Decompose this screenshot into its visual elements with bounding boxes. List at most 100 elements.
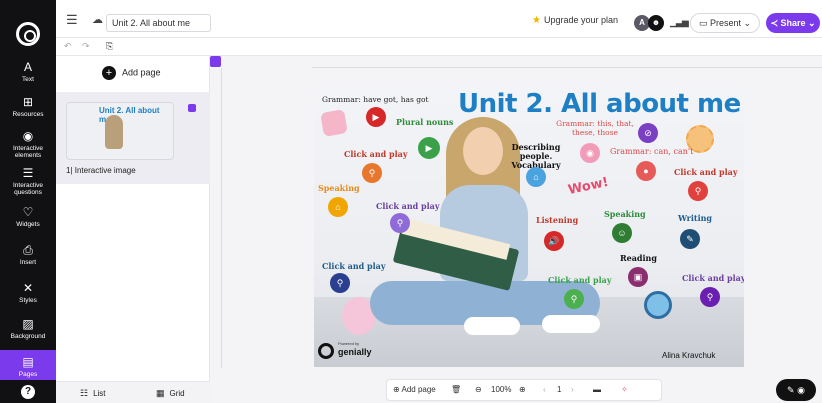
image-icon[interactable]: ▣ [628, 267, 648, 287]
describing-people-label[interactable]: Describing people. Vocabulary [498, 143, 574, 170]
text-icon: A [23, 60, 32, 74]
wow-sticker[interactable]: Wow! [567, 175, 610, 198]
ruler-corner-icon[interactable] [210, 56, 221, 67]
pin-icon[interactable]: ⚲ [688, 181, 708, 201]
add-page-button[interactable]: ⊕ Add page [393, 385, 436, 394]
genially-logo-icon[interactable] [16, 22, 40, 46]
plus-icon: + [102, 66, 116, 80]
pin-icon[interactable]: ⚲ [700, 287, 720, 307]
grammar-can-label[interactable]: Grammar: can, can't [610, 147, 693, 156]
tab-grid[interactable]: ▦ Grid [156, 388, 185, 399]
magic-icon[interactable]: ✧ [621, 385, 628, 394]
rail-item-pages[interactable]: ▤ Pages [0, 350, 56, 380]
click-and-play-label[interactable]: Click and play [376, 201, 440, 211]
listening-label[interactable]: Listening [536, 215, 578, 225]
rail-item-interactive-questions[interactable]: ☰ Interactive questions [0, 166, 56, 196]
rail-item-text[interactable]: A Text [0, 60, 56, 83]
rail-item-insert[interactable]: ⎙ Insert [0, 243, 56, 266]
plural-nouns-label[interactable]: Plural nouns [396, 117, 453, 127]
chevron-down-icon: ⌄ [805, 18, 816, 28]
play-icon[interactable]: ▶ [418, 137, 440, 159]
add-page-button[interactable]: + Add page [102, 66, 161, 80]
slide[interactable]: Unit 2. All about me Grammar: have got, … [314, 85, 744, 367]
draw-toggle[interactable]: ✎ ◉ [776, 379, 816, 401]
project-title-field[interactable]: Unit 2. All about me [106, 14, 211, 32]
redo-icon[interactable]: ↷ [82, 41, 90, 52]
trash-icon[interactable]: 🗑 [451, 385, 461, 394]
bottom-toolbar: ⊕ Add page 🗑 ⊖ 100% ⊕ ‹ 1 › ▬ ✧ [386, 379, 662, 401]
avatar[interactable]: ☻ [648, 15, 664, 31]
grammar-have-got-label[interactable]: Grammar: have got, has got [322, 95, 429, 104]
youtube-icon[interactable]: ▶ [366, 107, 386, 127]
rail-item-interactive-elements[interactable]: ◉ Interactive elements [0, 129, 56, 159]
share-button[interactable]: ≺ Share ⌄ [766, 13, 820, 33]
click-and-play-label[interactable]: Click and play [322, 261, 386, 271]
vertical-ruler[interactable] [210, 68, 222, 368]
writing-label[interactable]: Writing [678, 213, 712, 223]
heart-sticker[interactable] [320, 109, 348, 137]
page-number[interactable]: 1 [557, 385, 561, 394]
tab-list[interactable]: ☷ List [80, 388, 106, 399]
speaker-icon[interactable]: 🔊 [544, 231, 564, 251]
rail-item-resources[interactable]: ⊞ Resources [0, 95, 56, 118]
resources-icon: ⊞ [22, 95, 34, 109]
author-label[interactable]: Alina Kravchuk [662, 351, 715, 360]
upgrade-plan-button[interactable]: ★ Upgrade your plan [532, 15, 618, 26]
comment-icon[interactable]: ▬ [593, 385, 601, 394]
click-and-play-label[interactable]: Click and play [682, 273, 744, 283]
tab-grid-label: Grid [169, 389, 185, 398]
globe-sticker[interactable] [644, 291, 672, 319]
girl-image-shoe [542, 315, 600, 333]
eye-icon[interactable]: ◉ [580, 143, 600, 163]
zoom-out-icon[interactable]: ⊖ [475, 385, 482, 394]
rail-item-styles[interactable]: ✕ Styles [0, 281, 56, 304]
rail-item-label: Styles [19, 297, 37, 304]
clipboard-icon[interactable]: ⎘ [106, 41, 113, 52]
rail-item-label: Interactive elements [13, 145, 43, 159]
add-page-label: Add page [122, 67, 161, 78]
pages-panel: + Add page Unit 2. All about me 1| Intera… [56, 56, 210, 403]
click-and-play-label[interactable]: Click and play [548, 275, 612, 285]
page-thumbnail-card[interactable]: Unit 2. All about me 1| Interactive imag… [56, 92, 210, 184]
pin-icon[interactable]: ⚲ [564, 289, 584, 309]
rail-item-widgets[interactable]: ♡ Widgets [0, 205, 56, 228]
home-icon[interactable]: ⌂ [328, 197, 348, 217]
pin-icon[interactable]: ⚲ [390, 213, 410, 233]
hamburger-menu-icon[interactable]: ☰ [66, 12, 78, 28]
girl-image-face [463, 127, 503, 175]
tab-list-label: List [93, 389, 106, 398]
stats-icon[interactable]: ▁▃▅ [670, 17, 689, 28]
click-and-play-label[interactable]: Click and play [674, 167, 738, 177]
speaking-label[interactable]: Speaking [318, 183, 360, 193]
list-icon: ☷ [80, 388, 89, 398]
pin-icon[interactable]: ⚲ [330, 273, 350, 293]
grammar-this-that-label[interactable]: Grammar: this, that, these, those [554, 119, 636, 137]
rail-item-background[interactable]: ▨ Background [0, 317, 56, 340]
slide-title[interactable]: Unit 2. All about me [458, 89, 741, 119]
present-button[interactable]: ▭ Present ⌄ [690, 13, 760, 33]
click-and-play-label[interactable]: Click and play [344, 149, 408, 159]
zoom-level[interactable]: 100% [491, 385, 511, 394]
link-icon[interactable]: ⊘ [638, 123, 658, 143]
prev-page-icon[interactable]: ‹ [543, 385, 546, 394]
home-icon[interactable]: ⌂ [526, 167, 546, 187]
interactive-elements-icon: ◉ [22, 129, 34, 143]
left-rail: A Text ⊞ Resources ◉ Interactive element… [0, 0, 56, 403]
pencil-icon[interactable]: ✎ [680, 229, 700, 249]
reading-label[interactable]: Reading [620, 253, 657, 263]
top-bar: ☰ ☁ Unit 2. All about me ★ Upgrade your p… [56, 0, 822, 38]
genially-logo-icon [318, 343, 334, 359]
canvas-area: Unit 2. All about me Grammar: have got, … [210, 56, 822, 403]
circle-icon[interactable]: ● [636, 161, 656, 181]
pin-icon[interactable]: ⚲ [362, 163, 382, 183]
help-icon[interactable]: ? [21, 385, 35, 399]
speaking-label[interactable]: Speaking [604, 209, 646, 219]
person-icon[interactable]: ☺ [612, 223, 632, 243]
zoom-in-icon[interactable]: ⊕ [519, 385, 526, 394]
undo-icon[interactable]: ↶ [64, 41, 72, 52]
edit-toolbar: ↶ ↷ ⎘ [56, 38, 822, 56]
next-page-icon[interactable]: › [571, 385, 574, 394]
horizontal-ruler[interactable] [312, 56, 822, 68]
page-thumbnail[interactable]: Unit 2. All about me [66, 102, 174, 160]
rail-item-label: Text [22, 76, 34, 83]
